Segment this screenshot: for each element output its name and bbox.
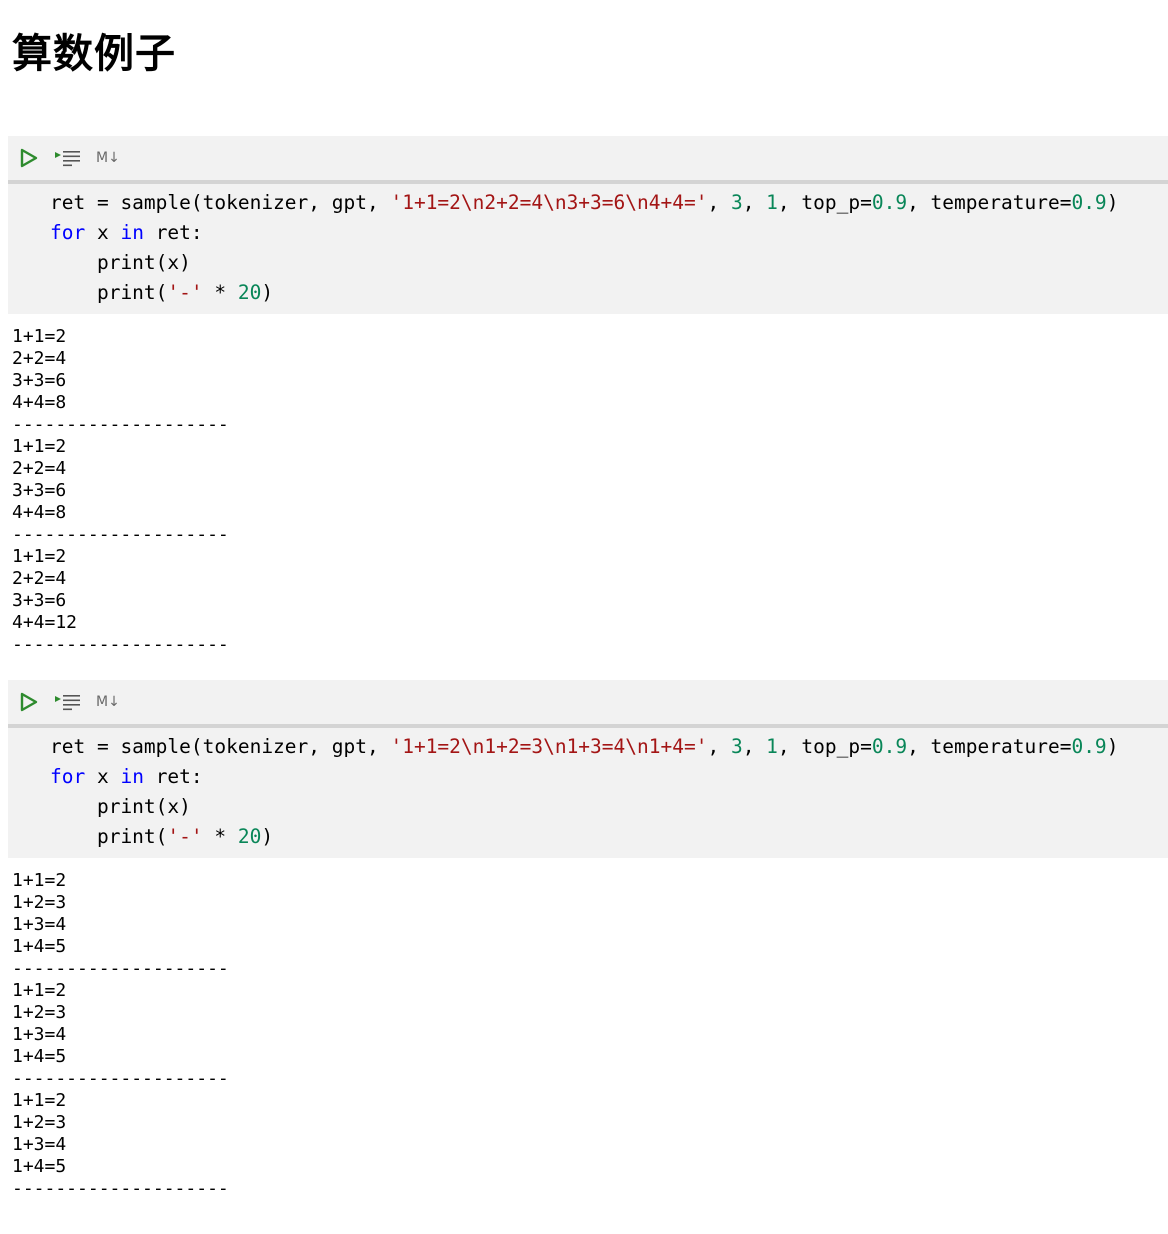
cell-output: 1+1=2 2+2=4 3+3=6 4+4=8 ----------------… — [12, 326, 229, 655]
run-all-lines-icon[interactable] — [54, 148, 82, 168]
play-icon[interactable] — [20, 692, 38, 712]
play-icon[interactable] — [20, 148, 38, 168]
cell-toolbar: M↓ — [8, 680, 1168, 724]
notebook-cell-1[interactable]: M↓ ret = sample(tokenizer, gpt, '1+1=2\n… — [8, 136, 1168, 656]
markdown-toggle-button[interactable]: M↓ — [96, 148, 120, 168]
code-editor[interactable]: ret = sample(tokenizer, gpt, '1+1=2\n1+2… — [8, 728, 1168, 858]
markdown-toggle-button[interactable]: M↓ — [96, 692, 120, 712]
code-editor[interactable]: ret = sample(tokenizer, gpt, '1+1=2\n2+2… — [8, 184, 1168, 314]
cell-output: 1+1=2 1+2=3 1+3=4 1+4=5 ----------------… — [12, 870, 229, 1199]
cell-toolbar: M↓ — [8, 136, 1168, 180]
notebook-cell-2[interactable]: M↓ ret = sample(tokenizer, gpt, '1+1=2\n… — [8, 680, 1168, 1200]
run-all-lines-icon[interactable] — [54, 692, 82, 712]
page-title: 算数例子 — [12, 31, 176, 77]
